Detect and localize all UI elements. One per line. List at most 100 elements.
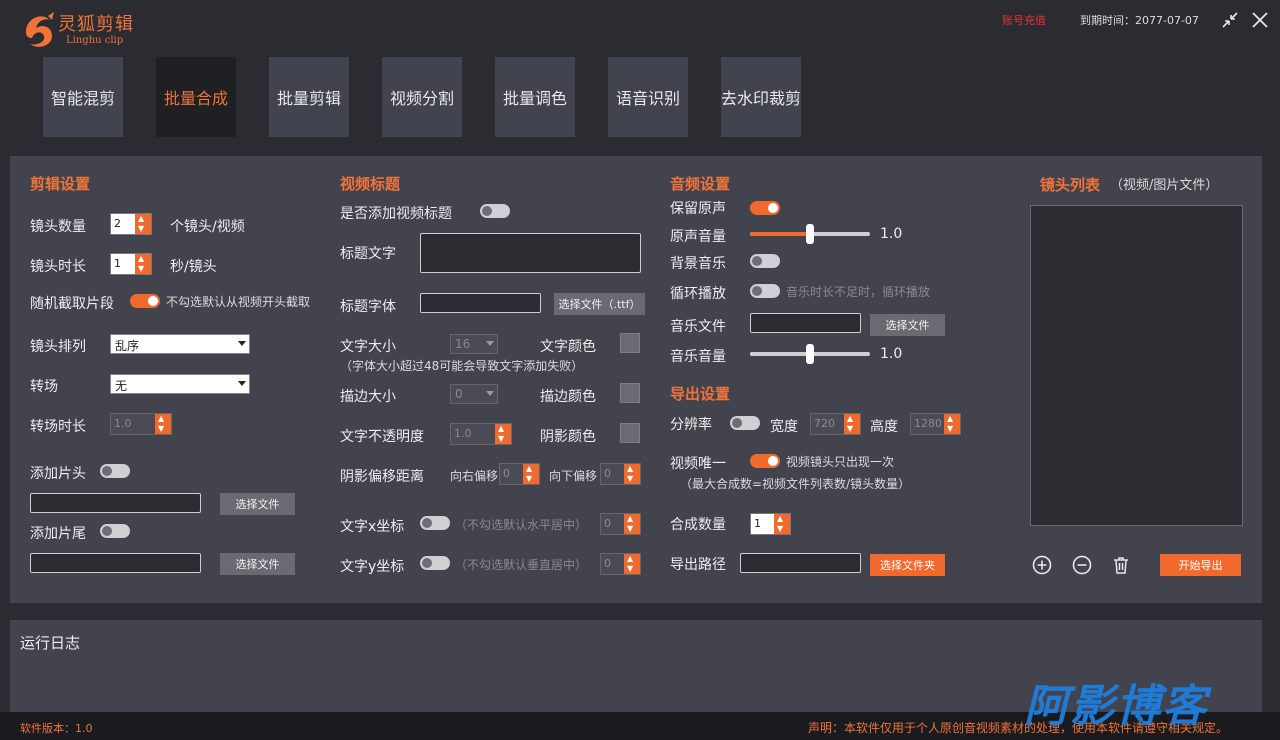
transition-select[interactable]: 无	[110, 374, 250, 394]
text-opacity-stepper[interactable]: 1.0 ▲ ▼	[450, 423, 512, 445]
intro-toggle[interactable]	[100, 464, 130, 478]
shot-count-stepper[interactable]: 2 ▲ ▼	[110, 213, 152, 235]
restore-icon[interactable]	[1218, 8, 1242, 32]
stepper-arrows-icon[interactable]: ▲ ▼	[495, 424, 511, 444]
shadow-down-stepper[interactable]: 0 ▲ ▼	[600, 463, 641, 485]
stepper-arrows-icon[interactable]: ▲ ▼	[135, 214, 151, 234]
tab-batch-compose[interactable]: 批量合成	[156, 57, 236, 137]
height-stepper[interactable]: 1280 ▲ ▼	[910, 413, 961, 435]
close-icon[interactable]	[1248, 8, 1272, 32]
shot-order-select[interactable]: 乱序	[110, 334, 250, 354]
text-x-toggle[interactable]	[420, 516, 450, 530]
transition-length-label: 转场时长	[30, 419, 86, 435]
outro-path-field[interactable]	[30, 553, 201, 573]
music-select-file-button[interactable]: 选择文件	[870, 314, 945, 336]
text-color-swatch[interactable]	[620, 333, 640, 353]
chevron-down-icon	[486, 391, 494, 396]
tab-batch-color[interactable]: 批量调色	[495, 57, 575, 137]
export-path-label: 导出路径	[670, 557, 726, 573]
original-volume-value: 1.0	[880, 226, 903, 242]
loop-label: 循环播放	[670, 286, 726, 302]
font-select-file-button[interactable]: 选择文件（.ttf）	[554, 293, 645, 315]
export-path-field[interactable]	[740, 553, 861, 573]
title-font-field[interactable]	[420, 293, 541, 313]
expire-date: 到期时间：2077-07-07	[1080, 14, 1199, 27]
stepper-arrows-icon[interactable]: ▲ ▼	[135, 254, 151, 274]
shadow-right-stepper[interactable]: 0 ▲ ▼	[499, 463, 540, 485]
slider-thumb[interactable]	[806, 344, 814, 364]
keep-original-label: 保留原声	[670, 201, 726, 217]
video-title-heading: 视频标题	[340, 175, 401, 193]
version-text: 软件版本：1.0	[20, 722, 93, 735]
tab-smart-mix[interactable]: 智能混剪	[43, 57, 123, 137]
width-label: 宽度	[770, 419, 798, 435]
tab-speech-recognition[interactable]: 语音识别	[608, 57, 688, 137]
stepper-arrows-icon[interactable]: ▲ ▼	[624, 554, 640, 574]
tab-watermark-crop[interactable]: 去水印裁剪	[721, 57, 801, 137]
select-folder-button[interactable]: 选择文件夹	[870, 554, 945, 576]
slider-thumb[interactable]	[806, 224, 814, 244]
text-opacity-label: 文字不透明度	[340, 429, 424, 445]
stepper-arrows-icon[interactable]: ▲ ▼	[774, 514, 790, 534]
text-y-toggle[interactable]	[420, 556, 450, 570]
title-text-field[interactable]	[420, 233, 641, 273]
stepper-arrows-icon[interactable]: ▲ ▼	[624, 514, 640, 534]
music-file-label: 音乐文件	[670, 319, 726, 335]
loop-toggle[interactable]	[750, 284, 780, 298]
unique-video-toggle[interactable]	[750, 454, 780, 468]
stepper-arrows-icon[interactable]: ▲ ▼	[624, 464, 640, 484]
slider-fill	[750, 352, 810, 356]
music-volume-slider[interactable]	[750, 344, 870, 364]
text-size-note: （字体大小超过48可能会导致文字添加失败）	[340, 359, 584, 373]
compose-count-stepper[interactable]: 1 ▲ ▼	[750, 513, 791, 535]
shot-length-stepper[interactable]: 1 ▲ ▼	[110, 253, 152, 275]
stroke-color-label: 描边颜色	[540, 389, 596, 405]
shot-order-label: 镜头排列	[30, 339, 86, 355]
shot-list-heading: 镜头列表	[1040, 176, 1101, 194]
random-clip-toggle[interactable]	[130, 294, 160, 308]
chevron-down-icon	[238, 381, 246, 386]
title-font-label: 标题字体	[340, 299, 396, 315]
music-file-field[interactable]	[750, 313, 861, 333]
chevron-down-icon	[238, 341, 246, 346]
shadow-right-label: 向右偏移	[450, 469, 499, 483]
tab-batch-edit[interactable]: 批量剪辑	[269, 57, 349, 137]
text-x-stepper[interactable]: 0 ▲ ▼	[600, 513, 641, 535]
bgm-toggle[interactable]	[750, 254, 780, 268]
keep-original-toggle[interactable]	[750, 201, 780, 215]
intro-select-file-button[interactable]: 选择文件	[220, 493, 295, 515]
resolution-label: 分辨率	[670, 417, 712, 433]
outro-toggle[interactable]	[100, 524, 130, 538]
add-circle-icon[interactable]	[1032, 555, 1052, 575]
text-size-select[interactable]: 16	[450, 334, 498, 354]
shadow-color-swatch[interactable]	[620, 423, 640, 443]
random-clip-note: 不勾选默认从视频开头截取	[166, 295, 311, 309]
stroke-size-select[interactable]: 0	[450, 384, 498, 404]
stepper-arrows-icon[interactable]: ▲ ▼	[155, 414, 171, 434]
text-y-stepper[interactable]: 0 ▲ ▼	[600, 553, 641, 575]
stepper-arrows-icon[interactable]: ▲ ▼	[844, 414, 860, 434]
recharge-link[interactable]: 账号充值	[1002, 12, 1046, 28]
stepper-arrows-icon[interactable]: ▲ ▼	[944, 414, 960, 434]
watermark: 阿影博客	[1024, 681, 1208, 732]
stroke-color-swatch[interactable]	[620, 383, 640, 403]
outro-select-file-button[interactable]: 选择文件	[220, 553, 295, 575]
transition-length-stepper[interactable]: 1.0 ▲ ▼	[110, 413, 172, 435]
music-volume-value: 1.0	[880, 346, 903, 362]
trash-icon[interactable]	[1111, 555, 1131, 575]
resolution-toggle[interactable]	[730, 416, 760, 430]
width-stepper[interactable]: 720 ▲ ▼	[810, 413, 861, 435]
start-export-button[interactable]: 开始导出	[1160, 554, 1241, 576]
intro-path-field[interactable]	[30, 493, 201, 513]
shot-list[interactable]	[1030, 205, 1243, 526]
text-y-label: 文字y坐标	[340, 559, 405, 575]
unique-video-label: 视频唯一	[670, 456, 726, 472]
stepper-arrows-icon[interactable]: ▲ ▼	[523, 464, 539, 484]
loop-hint: 音乐时长不足时，循环播放	[786, 285, 931, 299]
original-volume-slider[interactable]	[750, 224, 870, 244]
tab-video-split[interactable]: 视频分割	[382, 57, 462, 137]
text-size-label: 文字大小	[340, 339, 396, 355]
music-volume-label: 音乐音量	[670, 349, 726, 365]
add-title-toggle[interactable]	[480, 204, 510, 218]
remove-circle-icon[interactable]	[1072, 555, 1092, 575]
